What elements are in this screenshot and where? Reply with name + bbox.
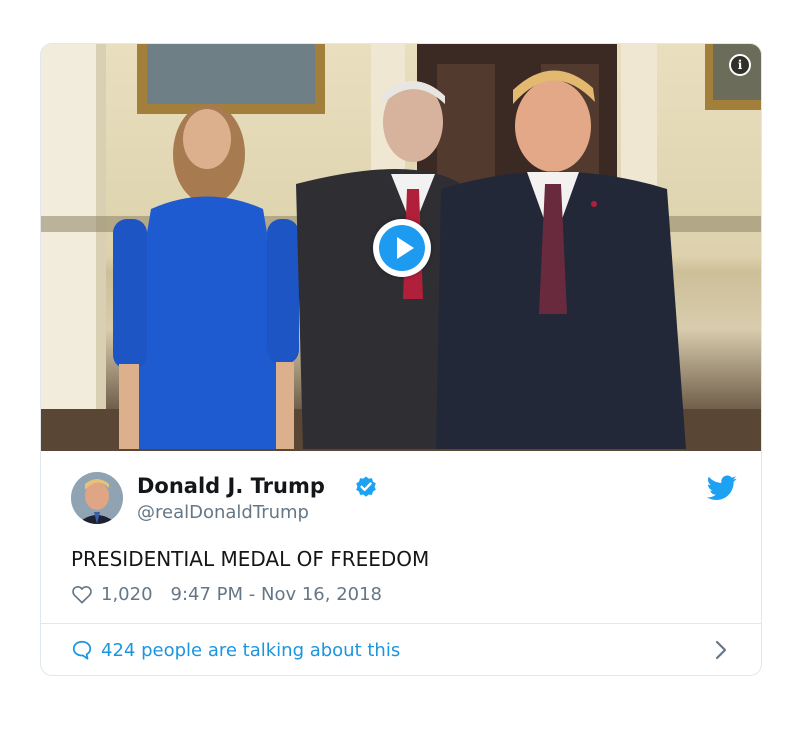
like-count[interactable]: 1,020 [101, 584, 153, 605]
play-button[interactable] [373, 219, 431, 277]
conversation-link[interactable]: 424 people are talking about this [71, 636, 400, 664]
avatar[interactable] [71, 472, 123, 524]
author-handle[interactable]: @realDonaldTrump [137, 502, 309, 523]
chevron-right-icon[interactable] [711, 638, 731, 662]
conversation-text: 424 people are talking about this [101, 639, 401, 661]
author-name[interactable]: Donald J. Trump [137, 474, 325, 498]
heart-icon[interactable] [71, 584, 93, 604]
info-icon[interactable]: i [729, 54, 751, 76]
twitter-bird-icon[interactable] [707, 475, 737, 501]
verified-badge-icon [356, 476, 376, 497]
tweet-meta: 1,020 9:47 PM - Nov 16, 2018 [71, 582, 382, 606]
tweet-header: Donald J. Trump @realDonaldTrump [71, 472, 741, 526]
timestamp[interactable]: 9:47 PM - Nov 16, 2018 [171, 584, 382, 605]
divider [41, 623, 761, 624]
tweet-text: PRESIDENTIAL MEDAL OF FREEDOM [71, 547, 430, 571]
speech-bubble-icon [72, 640, 92, 660]
play-icon [379, 225, 425, 271]
video-thumbnail[interactable]: i [41, 44, 761, 451]
tweet-card: i Donald J. Trump @realDonaldTrump PRESI… [40, 43, 762, 676]
